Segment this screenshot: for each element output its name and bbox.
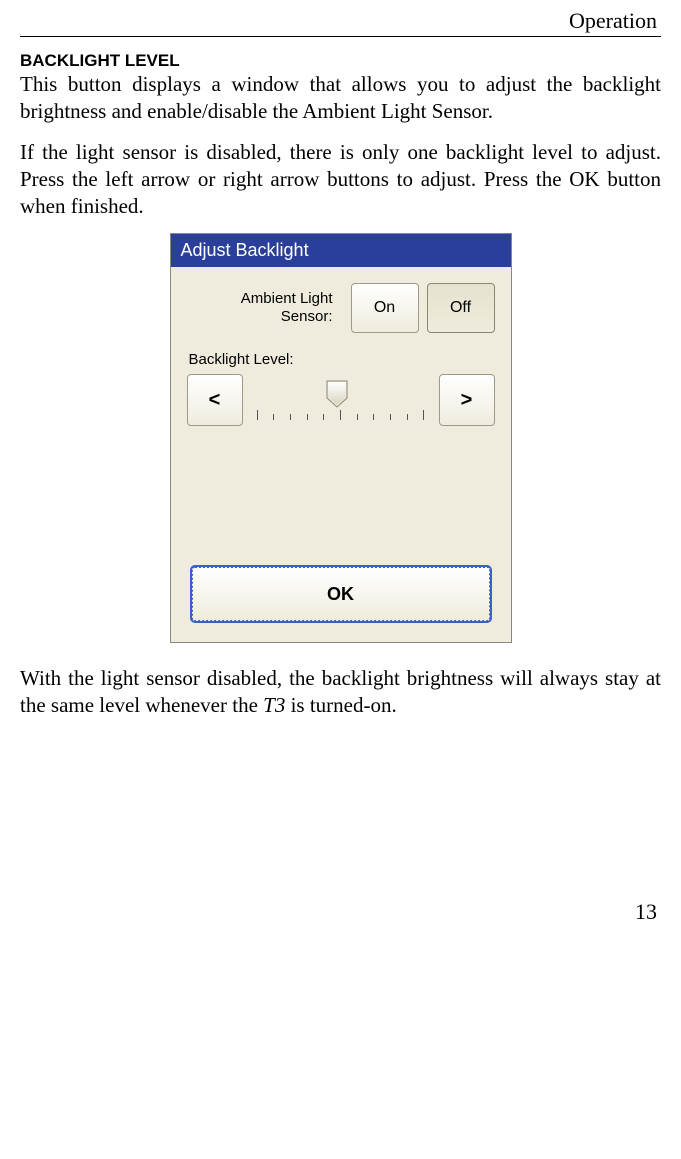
- t3-word: T3: [263, 693, 285, 717]
- ok-word: OK: [569, 167, 599, 191]
- page-number: 13: [20, 899, 661, 925]
- ok-row: OK: [187, 566, 495, 632]
- increase-button[interactable]: >: [439, 374, 495, 426]
- dialog-titlebar: Adjust Backlight: [171, 234, 511, 267]
- paragraph-3: With the light sensor disabled, the back…: [20, 665, 661, 719]
- slider-thumb-icon: [326, 380, 348, 408]
- ok-button-label: OK: [327, 584, 354, 605]
- ambient-light-sensor-row: Ambient Light Sensor: On Off: [187, 283, 495, 333]
- als-label-line2: Sensor:: [281, 308, 333, 325]
- backlight-slider-row: <: [187, 374, 495, 426]
- right-arrow-icon: >: [461, 389, 473, 412]
- backlight-level-label: Backlight Level:: [187, 351, 495, 368]
- page-header: Operation: [20, 8, 661, 34]
- paragraph-1: This button displays a window that allow…: [20, 71, 661, 125]
- paragraph-2-text-a: If the light sensor is disabled, there i…: [20, 140, 661, 191]
- paragraph-1-text: This button displays a window that allow…: [20, 72, 661, 123]
- paragraph-3-text-b: is turned-on.: [285, 693, 396, 717]
- page: Operation BACKLIGHT LEVEL This button di…: [0, 0, 681, 945]
- section-heading: BACKLIGHT LEVEL: [20, 51, 661, 71]
- backlight-slider[interactable]: [253, 374, 429, 426]
- als-label-line1: Ambient Light: [241, 290, 333, 307]
- off-button-label: Off: [450, 299, 471, 317]
- header-rule: [20, 36, 661, 37]
- dialog-body: Ambient Light Sensor: On Off Backlight L…: [171, 267, 511, 642]
- left-arrow-icon: <: [209, 389, 221, 412]
- adjust-backlight-dialog: Adjust Backlight Ambient Light Sensor: O…: [170, 233, 512, 643]
- ok-button[interactable]: OK: [191, 566, 491, 622]
- decrease-button[interactable]: <: [187, 374, 243, 426]
- ambient-light-sensor-label: Ambient Light Sensor:: [187, 290, 343, 328]
- paragraph-2: If the light sensor is disabled, there i…: [20, 139, 661, 220]
- slider-ticks: [253, 410, 429, 420]
- off-button[interactable]: Off: [427, 283, 495, 333]
- on-button-label: On: [374, 299, 395, 317]
- figure: Adjust Backlight Ambient Light Sensor: O…: [20, 233, 661, 643]
- page-header-title: Operation: [569, 8, 657, 34]
- on-button[interactable]: On: [351, 283, 419, 333]
